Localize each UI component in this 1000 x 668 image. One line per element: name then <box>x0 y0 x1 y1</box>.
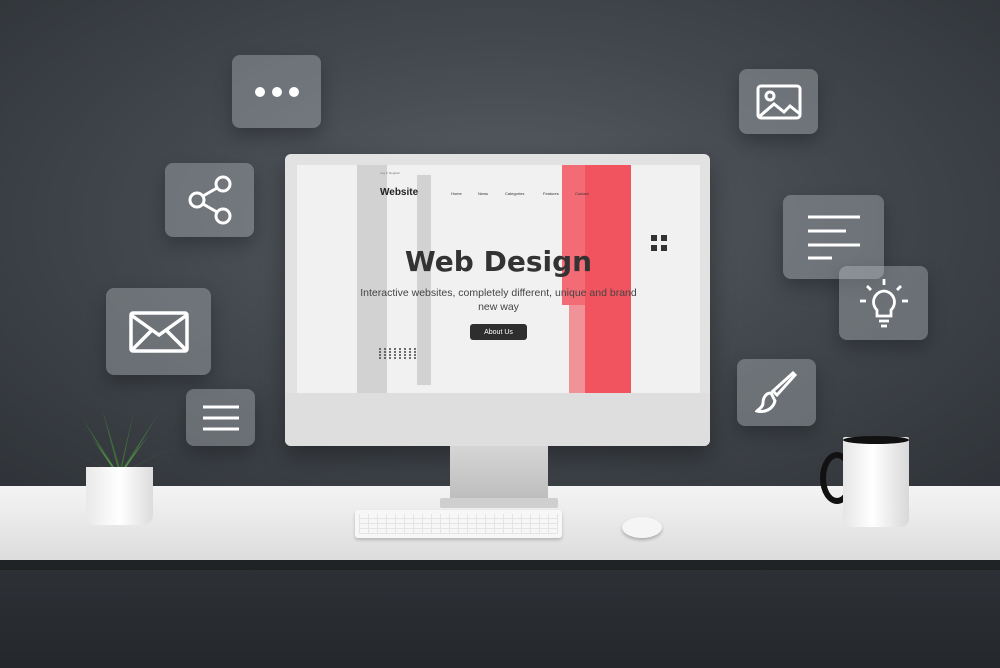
mug-rim <box>843 436 909 444</box>
floor-shadow <box>0 570 1000 668</box>
mouse <box>622 517 662 538</box>
coffee-mug <box>843 437 909 527</box>
dot-pattern <box>379 348 418 359</box>
monitor-stand-base <box>440 498 558 508</box>
screen-topbar: Log in Register <box>297 171 700 177</box>
succulent-plant <box>64 408 175 474</box>
mail-icon <box>106 288 211 375</box>
keyboard <box>355 510 562 538</box>
red-paint-streak <box>585 165 631 393</box>
nav-contact[interactable]: Contact <box>575 191 589 196</box>
image-icon <box>739 69 818 134</box>
monitor-screen: Log in Register Website Home News Catego… <box>297 165 700 393</box>
hero-headline: Web Design <box>404 245 593 278</box>
monitor-stand <box>450 446 548 500</box>
login-register-links[interactable]: Log in Register <box>380 171 400 175</box>
nav-features[interactable]: Features <box>543 191 559 196</box>
nav-home[interactable]: Home <box>451 191 462 196</box>
desk-edge <box>0 560 1000 570</box>
lightbulb-icon <box>839 266 928 340</box>
plant-pot <box>86 467 153 525</box>
more-dots-icon <box>232 55 321 128</box>
paintbrush-icon <box>737 359 816 426</box>
nav-news[interactable]: News <box>478 191 488 196</box>
red-paint-streak <box>562 165 586 305</box>
site-logo[interactable]: Website <box>380 187 418 198</box>
monitor-chin <box>285 393 710 446</box>
share-icon <box>165 163 254 237</box>
hero-subtitle: Interactive websites, completely differe… <box>360 287 637 313</box>
about-us-button[interactable]: About Us <box>470 324 527 340</box>
nav-categories[interactable]: Categories <box>505 191 524 196</box>
menu-icon <box>186 389 255 446</box>
